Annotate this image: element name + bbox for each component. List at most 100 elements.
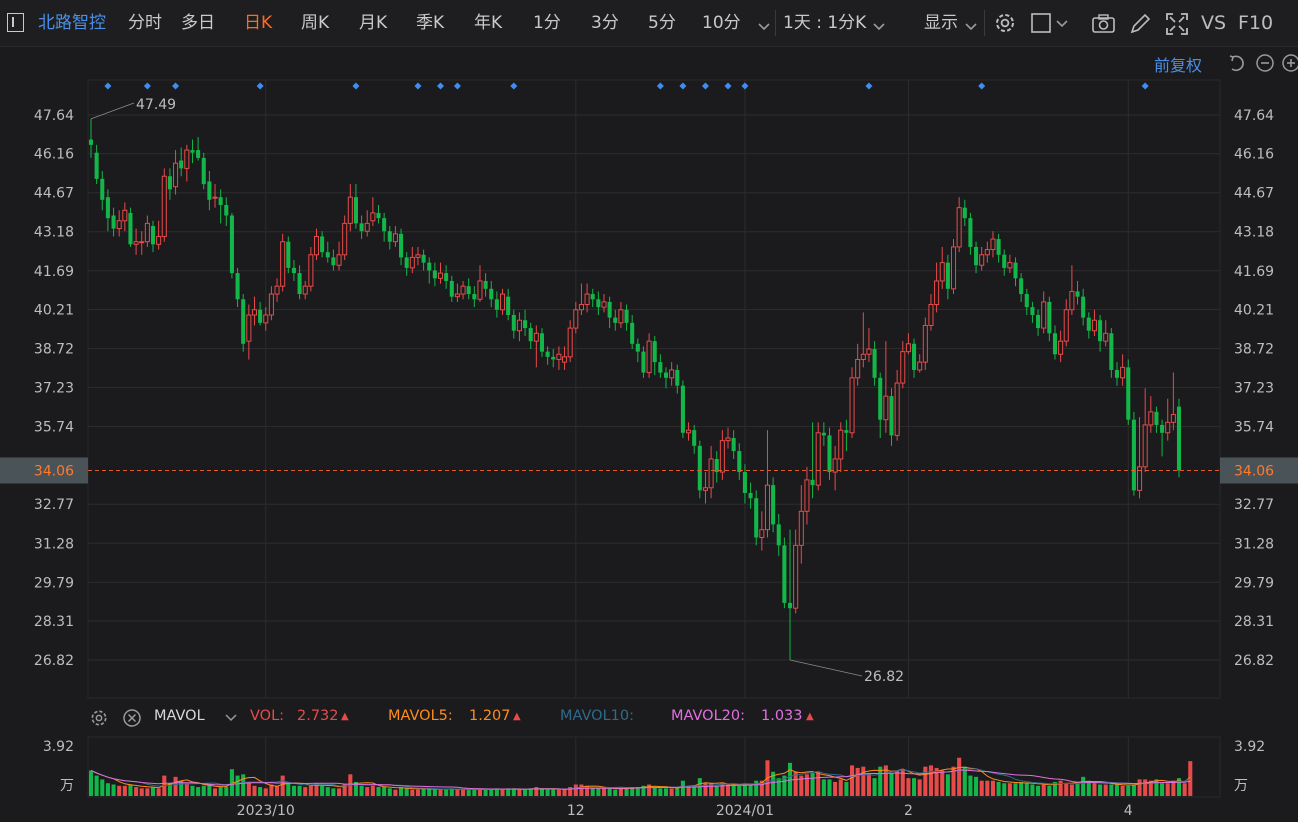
- vol-label: VOL:: [250, 708, 285, 724]
- candle-body-down: [483, 280, 488, 289]
- volume-bar: [850, 765, 855, 796]
- candle-body-up: [855, 358, 861, 379]
- candle-body-up: [392, 233, 398, 243]
- candle-body-up: [815, 432, 821, 486]
- tab-period-daily[interactable]: 日K: [244, 0, 272, 46]
- tab-period-3min[interactable]: 3分: [591, 0, 619, 46]
- volume-bar: [1019, 781, 1024, 796]
- event-marker-icon: [724, 82, 732, 90]
- volume-bar: [714, 785, 719, 796]
- pencil-icon[interactable]: [1128, 12, 1152, 40]
- tab-period-quarterly[interactable]: 季K: [416, 0, 444, 46]
- candle-body-down: [607, 301, 612, 318]
- candle-body-down: [382, 218, 387, 232]
- chevron-down-icon[interactable]: [225, 711, 237, 727]
- candle-body-up: [173, 162, 179, 188]
- candle-body-down: [613, 317, 618, 323]
- combo-period-select[interactable]: 1天 : 1分K: [783, 0, 866, 46]
- sidebar-toggle-icon[interactable]: [7, 13, 24, 32]
- candle-body-down: [596, 299, 601, 308]
- close-icon[interactable]: [122, 708, 142, 732]
- candle-body-up: [618, 309, 624, 324]
- zoom-out-icon[interactable]: [1255, 53, 1275, 77]
- volume-bar: [325, 787, 330, 796]
- volume-bar: [1024, 783, 1029, 796]
- price-tick-left: 28.31: [34, 614, 74, 630]
- volume-bar: [1013, 783, 1018, 796]
- chevron-down-icon[interactable]: [758, 17, 770, 36]
- price-tick-right: 47.64: [1234, 108, 1274, 124]
- price-tick-right: 29.79: [1234, 575, 1274, 591]
- chevron-down-icon[interactable]: [873, 17, 885, 36]
- volume-bar: [472, 789, 477, 796]
- candle-body-down: [827, 435, 832, 473]
- candle-body-up: [313, 235, 320, 256]
- candle-body-up: [409, 256, 415, 269]
- tab-period-fenshi[interactable]: 分时: [128, 0, 162, 46]
- candle-body-down: [466, 286, 471, 295]
- candle-body-up: [686, 429, 692, 434]
- candle-body-down: [224, 205, 229, 216]
- candle-body-up: [838, 429, 844, 460]
- gear-icon[interactable]: [993, 11, 1017, 39]
- tab-period-1min[interactable]: 1分: [533, 0, 561, 46]
- tab-period-yearly[interactable]: 年K: [474, 0, 502, 46]
- price-tick-right: 35.74: [1234, 420, 1274, 436]
- candle-body-down: [810, 479, 815, 486]
- candle-body-up: [342, 222, 348, 256]
- candle-body-up: [477, 280, 483, 300]
- candle-body-down: [511, 314, 516, 331]
- volume-bar: [1120, 785, 1125, 796]
- chevron-down-icon[interactable]: [965, 17, 977, 36]
- vs-compare-button[interactable]: VS: [1201, 0, 1226, 46]
- volume-bar: [218, 787, 223, 796]
- adjust-mode-button[interactable]: 前复权: [1154, 52, 1202, 76]
- volume-bar: [1137, 779, 1142, 796]
- volume-bar: [1182, 783, 1187, 796]
- volume-bar: [308, 784, 313, 796]
- gear-icon[interactable]: [89, 708, 109, 732]
- f10-button[interactable]: F10: [1238, 0, 1273, 46]
- stock-name[interactable]: 北路智控: [38, 0, 106, 46]
- fullscreen-icon[interactable]: [1165, 12, 1189, 40]
- candle-body-up: [1165, 421, 1171, 434]
- display-menu[interactable]: 显示: [924, 0, 958, 46]
- undo-icon[interactable]: [1227, 53, 1247, 77]
- event-marker-icon: [656, 82, 664, 90]
- tab-period-weekly[interactable]: 周K: [301, 0, 329, 46]
- volume-bar: [776, 778, 781, 796]
- volume-bar: [607, 788, 612, 796]
- max-price-label: 47.49: [136, 97, 176, 113]
- volume-bar: [1069, 784, 1074, 796]
- chart-style-icon[interactable]: [1031, 13, 1071, 39]
- zoom-in-icon[interactable]: [1281, 53, 1298, 77]
- mavol20-arrow: ▲: [806, 711, 814, 722]
- candle-body-up: [268, 293, 274, 316]
- volume-bar: [207, 784, 212, 796]
- candle-body-down: [1114, 369, 1120, 378]
- volume-bar: [1036, 785, 1041, 796]
- candle-body-down: [201, 157, 206, 185]
- volume-bar: [303, 787, 308, 796]
- candle-body-down: [624, 309, 629, 323]
- camera-icon[interactable]: [1091, 13, 1117, 39]
- tab-period-10min[interactable]: 10分: [702, 0, 741, 46]
- volume-bar: [523, 789, 528, 796]
- candle-body-down: [1098, 320, 1103, 342]
- indicator-name[interactable]: MAVOL: [154, 708, 205, 724]
- candle-body-down: [1036, 314, 1041, 329]
- volume-bar: [438, 789, 443, 796]
- candle-body-down: [1109, 333, 1114, 370]
- volume-bar: [246, 781, 251, 796]
- tab-period-5min[interactable]: 5分: [648, 0, 676, 46]
- tab-period-duori[interactable]: 多日: [181, 0, 215, 46]
- candle-body-up: [567, 327, 573, 358]
- volume-bar: [421, 788, 426, 796]
- volume-bar: [196, 787, 201, 796]
- candle-body-down: [1160, 424, 1165, 433]
- tab-period-monthly[interactable]: 月K: [359, 0, 387, 46]
- candle-body-up: [905, 343, 911, 353]
- volume-bar: [652, 787, 657, 796]
- candles: [88, 118, 1182, 660]
- candle-body-up: [370, 212, 376, 222]
